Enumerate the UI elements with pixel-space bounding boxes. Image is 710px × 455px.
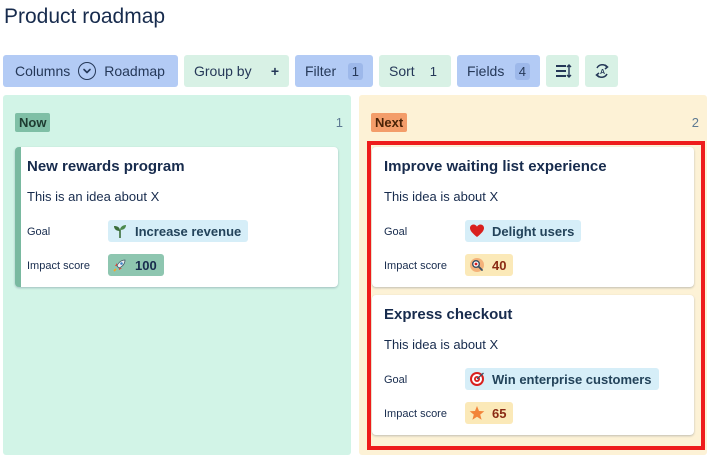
impact-score-value: 40 — [492, 257, 507, 273]
auto-sort-button[interactable]: A — [585, 55, 618, 87]
column-label: Now — [15, 112, 51, 132]
group-by-label: Group by — [194, 63, 252, 79]
target-icon — [470, 372, 484, 386]
column-count: 2 — [691, 114, 699, 130]
columns-button[interactable]: Columns Roadmap — [3, 55, 178, 87]
idea-card[interactable]: Improve waiting list experience This ide… — [372, 147, 694, 287]
group-by-button[interactable]: Group by + — [184, 55, 289, 87]
fields-count-badge: 4 — [514, 62, 530, 80]
filter-button[interactable]: Filter 1 — [295, 55, 373, 87]
columns-value: Roadmap — [104, 63, 165, 79]
impact-score-value: 100 — [135, 257, 157, 273]
impact-score-chip[interactable]: 40 — [465, 254, 514, 276]
fields-button[interactable]: Fields 4 — [457, 55, 540, 87]
heart-icon — [470, 224, 484, 237]
column-now: Now 1 New rewards program This is an ide… — [3, 95, 351, 455]
idea-card[interactable]: Express checkout This idea is about X Go… — [372, 295, 694, 435]
goal-value: Delight users — [492, 223, 575, 239]
impact-score-value: 65 — [492, 405, 507, 421]
impact-score-chip[interactable]: 100 — [108, 254, 164, 276]
card-description: This idea is about X — [384, 189, 499, 204]
page-title: Product roadmap — [4, 5, 166, 28]
fields-label: Fields — [467, 63, 505, 79]
chevron-down-icon — [78, 62, 97, 80]
impact-score-label: Impact score — [27, 260, 90, 272]
idea-card[interactable]: New rewards program This is an idea abou… — [15, 147, 338, 287]
card-description: This is an idea about X — [27, 189, 160, 204]
card-title: New rewards program — [27, 158, 185, 175]
svg-text:A: A — [600, 69, 605, 76]
card-layout-button[interactable] — [546, 55, 579, 87]
card-title: Express checkout — [384, 306, 513, 323]
goal-chip[interactable]: Win enterprise customers — [465, 368, 659, 390]
filter-label: Filter — [305, 63, 337, 79]
goal-chip[interactable]: Increase revenue — [108, 220, 249, 242]
goal-label: Goal — [384, 374, 408, 386]
column-header: Now 1 — [15, 111, 343, 133]
goal-label: Goal — [27, 226, 51, 238]
sort-label: Sort — [389, 63, 415, 79]
columns-label: Columns — [15, 63, 71, 79]
magnifier-icon — [470, 258, 484, 272]
card-layout-icon — [555, 64, 571, 78]
toolbar: Columns Roadmap Group by + Filter 1 Sort… — [3, 55, 618, 87]
sort-count-badge: 1 — [429, 63, 437, 79]
card-title: Improve waiting list experience — [384, 158, 607, 175]
column-label: Next — [371, 112, 408, 132]
column-count: 1 — [335, 114, 343, 130]
sort-button[interactable]: Sort 1 — [379, 55, 451, 87]
refresh-sort-icon: A — [594, 64, 609, 78]
filter-count-badge: 1 — [347, 62, 363, 80]
sprout-icon — [114, 225, 126, 238]
impact-score-chip[interactable]: 65 — [465, 402, 514, 424]
goal-chip[interactable]: Delight users — [465, 220, 582, 242]
impact-score-label: Impact score — [384, 408, 447, 420]
star-icon — [469, 406, 485, 420]
goal-value: Increase revenue — [135, 223, 242, 239]
goal-value: Win enterprise customers — [492, 371, 652, 387]
card-description: This idea is about X — [384, 337, 499, 352]
plus-icon: + — [270, 63, 279, 79]
impact-score-label: Impact score — [384, 260, 447, 272]
goal-label: Goal — [384, 226, 408, 238]
column-header: Next 2 — [371, 111, 699, 133]
rocket-icon — [113, 259, 126, 272]
column-next: Next 2 Improve waiting list experience T… — [359, 95, 707, 455]
